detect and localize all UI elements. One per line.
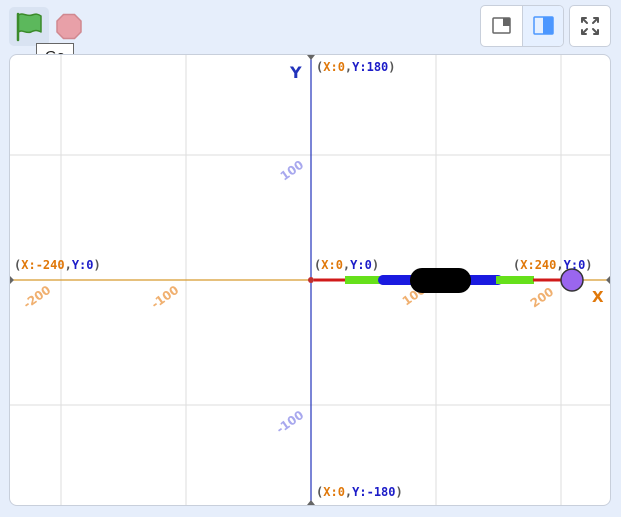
small-stage-button[interactable] [481, 6, 523, 46]
coord-label-top: (X:0,Y:180) [316, 60, 396, 74]
y-axis-arrow-top [307, 55, 315, 60]
fullscreen-button[interactable] [569, 5, 611, 47]
x-tick-label: -100 [149, 283, 182, 312]
x-tick-label: -200 [21, 283, 54, 312]
normal-stage-icon [533, 16, 554, 35]
y-axis-arrow-bottom [307, 500, 315, 505]
y-axis-label: Y [289, 63, 302, 82]
x-tick-label: 200 [528, 285, 557, 311]
y-tick-label: -100 [274, 408, 307, 437]
stage-layout-toggle [480, 5, 564, 47]
stop-icon [56, 13, 82, 40]
x-axis-arrow-left [10, 276, 14, 284]
coord-label-left: (X:-240,Y:0) [14, 258, 101, 272]
stage-canvas[interactable]: Y X -200 -100 100 200 100 -100 (X:0,Y:18… [9, 54, 611, 506]
y-tick-label: 100 [278, 158, 307, 184]
stop-button[interactable] [51, 7, 87, 46]
coord-label-right: (X:240,Y:0) [513, 258, 593, 272]
sprite-circle[interactable] [560, 268, 584, 292]
small-stage-icon [492, 17, 511, 34]
x-axis-arrow-right [606, 276, 610, 284]
green-flag-button[interactable] [9, 7, 49, 46]
normal-stage-button[interactable] [523, 6, 563, 46]
coord-label-bottom: (X:0,Y:-180) [316, 485, 403, 499]
fullscreen-icon [581, 17, 599, 35]
stage-backdrop: Y X -200 -100 100 200 100 -100 [10, 55, 610, 505]
origin-dot [308, 277, 314, 283]
coord-label-center: (X:0,Y:0) [314, 258, 380, 272]
x-axis-label: X [592, 288, 604, 306]
green-flag-icon [16, 12, 42, 42]
